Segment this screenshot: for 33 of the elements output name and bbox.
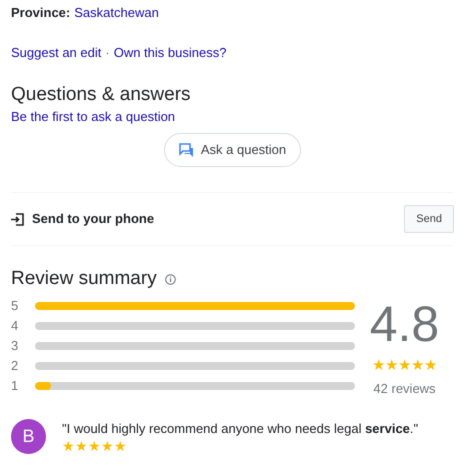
province-link[interactable]: Saskatchewan xyxy=(74,3,159,22)
rating-label: 3 xyxy=(11,339,20,352)
star-icon: ★ xyxy=(88,438,101,453)
rating-label: 5 xyxy=(11,299,20,312)
star-icon: ★ xyxy=(398,358,411,374)
average-rating: 4.8 xyxy=(370,299,440,350)
rating-label: 2 xyxy=(11,359,20,372)
edit-link[interactable]: Own this business? xyxy=(114,42,226,62)
separator-dot: · xyxy=(105,44,110,62)
section-title: Questions & answers xyxy=(11,84,192,107)
ask-first-link[interactable]: Be the first to ask a question xyxy=(11,106,176,126)
ask-question-button[interactable]: Ask a question xyxy=(164,133,302,167)
avatar: B xyxy=(11,418,46,454)
star-icon: ★ xyxy=(75,438,88,453)
star-icon: ★ xyxy=(385,358,398,374)
rating-label: 4 xyxy=(11,319,20,332)
send-label: Send to your phone xyxy=(32,210,154,228)
edit-link[interactable]: Suggest an edit xyxy=(11,42,102,62)
star-icon: ★ xyxy=(62,438,75,453)
star-icon: ★ xyxy=(114,438,127,453)
field-label: Province: xyxy=(11,4,70,22)
star-icon: ★ xyxy=(424,358,437,374)
send-button[interactable]: Send xyxy=(404,204,454,234)
star-icon: ★ xyxy=(101,438,114,453)
rating-label: 1 xyxy=(11,379,20,392)
info-icon[interactable] xyxy=(164,274,176,286)
review-count: 42 reviews xyxy=(373,380,436,398)
chat-icon xyxy=(178,142,195,158)
section-title: Review summary xyxy=(11,268,157,292)
send-to-device-icon xyxy=(11,212,24,226)
star-icon: ★ xyxy=(372,358,385,374)
review-quote: "I would highly recommend anyone who needs legal service." xyxy=(62,420,418,438)
star-icon: ★ xyxy=(411,358,424,374)
